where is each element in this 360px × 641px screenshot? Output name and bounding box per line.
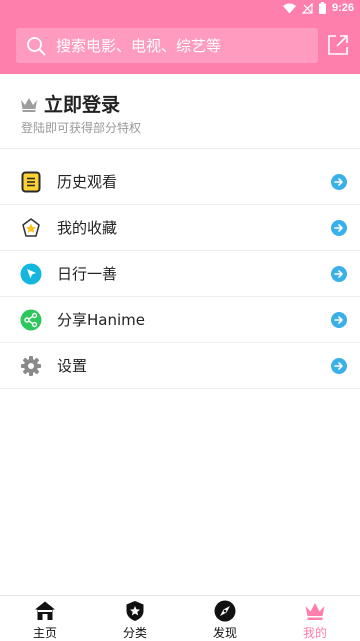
home-icon [35, 601, 55, 620]
share-icon [20, 309, 42, 331]
no-signal-icon [301, 2, 313, 14]
nav-item-mine[interactable]: 我的 [270, 596, 360, 641]
menu-item-share[interactable]: 分享Hanime [0, 297, 360, 343]
login-title-row[interactable]: 立即登录 [20, 90, 120, 117]
status-bar: 9:26 [0, 0, 360, 18]
star-badge-icon [20, 217, 42, 239]
crown-icon [21, 97, 37, 112]
compass-icon [214, 600, 236, 622]
menu-item-label: 历史观看 [57, 173, 118, 191]
gear-icon [20, 355, 42, 377]
nav-label: 发现 [212, 626, 237, 640]
menu-item-label: 日行一善 [57, 265, 118, 283]
nav-item-discover[interactable]: 发现 [180, 596, 270, 641]
menu-item-settings[interactable]: 设置 [0, 343, 360, 389]
status-time: 9:26 [331, 2, 354, 14]
search-input[interactable] [56, 36, 296, 55]
arrow-right-icon [331, 174, 347, 190]
bottom-nav: 主页 分类 发现 我的 [0, 595, 360, 641]
shield-star-icon [126, 601, 144, 621]
menu-item-label: 分享Hanime [57, 311, 145, 329]
header [0, 18, 360, 74]
crown-icon [305, 603, 325, 620]
arrow-right-icon [331, 358, 347, 374]
history-notebook-icon [20, 171, 42, 193]
menu-list: 历史观看 我的收藏 日行一善 分享Hanime 设置 [0, 159, 360, 389]
menu-item-favorites[interactable]: 我的收藏 [0, 205, 360, 251]
wifi-icon [282, 3, 296, 13]
nav-label: 主页 [32, 626, 57, 640]
menu-item-good-deed[interactable]: 日行一善 [0, 251, 360, 297]
search-icon [27, 36, 46, 55]
nav-label: 我的 [302, 626, 327, 640]
nav-item-category[interactable]: 分类 [90, 596, 180, 641]
menu-item-label: 设置 [57, 357, 88, 375]
login-title[interactable]: 立即登录 [44, 90, 120, 117]
arrow-right-icon [331, 266, 347, 282]
login-subtitle: 登陆即可获得部分特权 [21, 121, 142, 135]
menu-item-label: 我的收藏 [57, 219, 118, 237]
cursor-click-icon [20, 263, 42, 285]
status-icons: 9:26 [282, 2, 354, 14]
nav-label: 分类 [122, 626, 147, 640]
arrow-right-icon [331, 220, 347, 236]
external-share-icon[interactable] [327, 34, 349, 56]
arrow-right-icon [331, 312, 347, 328]
nav-item-home[interactable]: 主页 [0, 596, 90, 641]
menu-item-history[interactable]: 历史观看 [0, 159, 360, 205]
search-box[interactable] [16, 28, 318, 63]
login-section[interactable]: 立即登录 登陆即可获得部分特权 [0, 74, 360, 149]
battery-icon [318, 2, 326, 14]
